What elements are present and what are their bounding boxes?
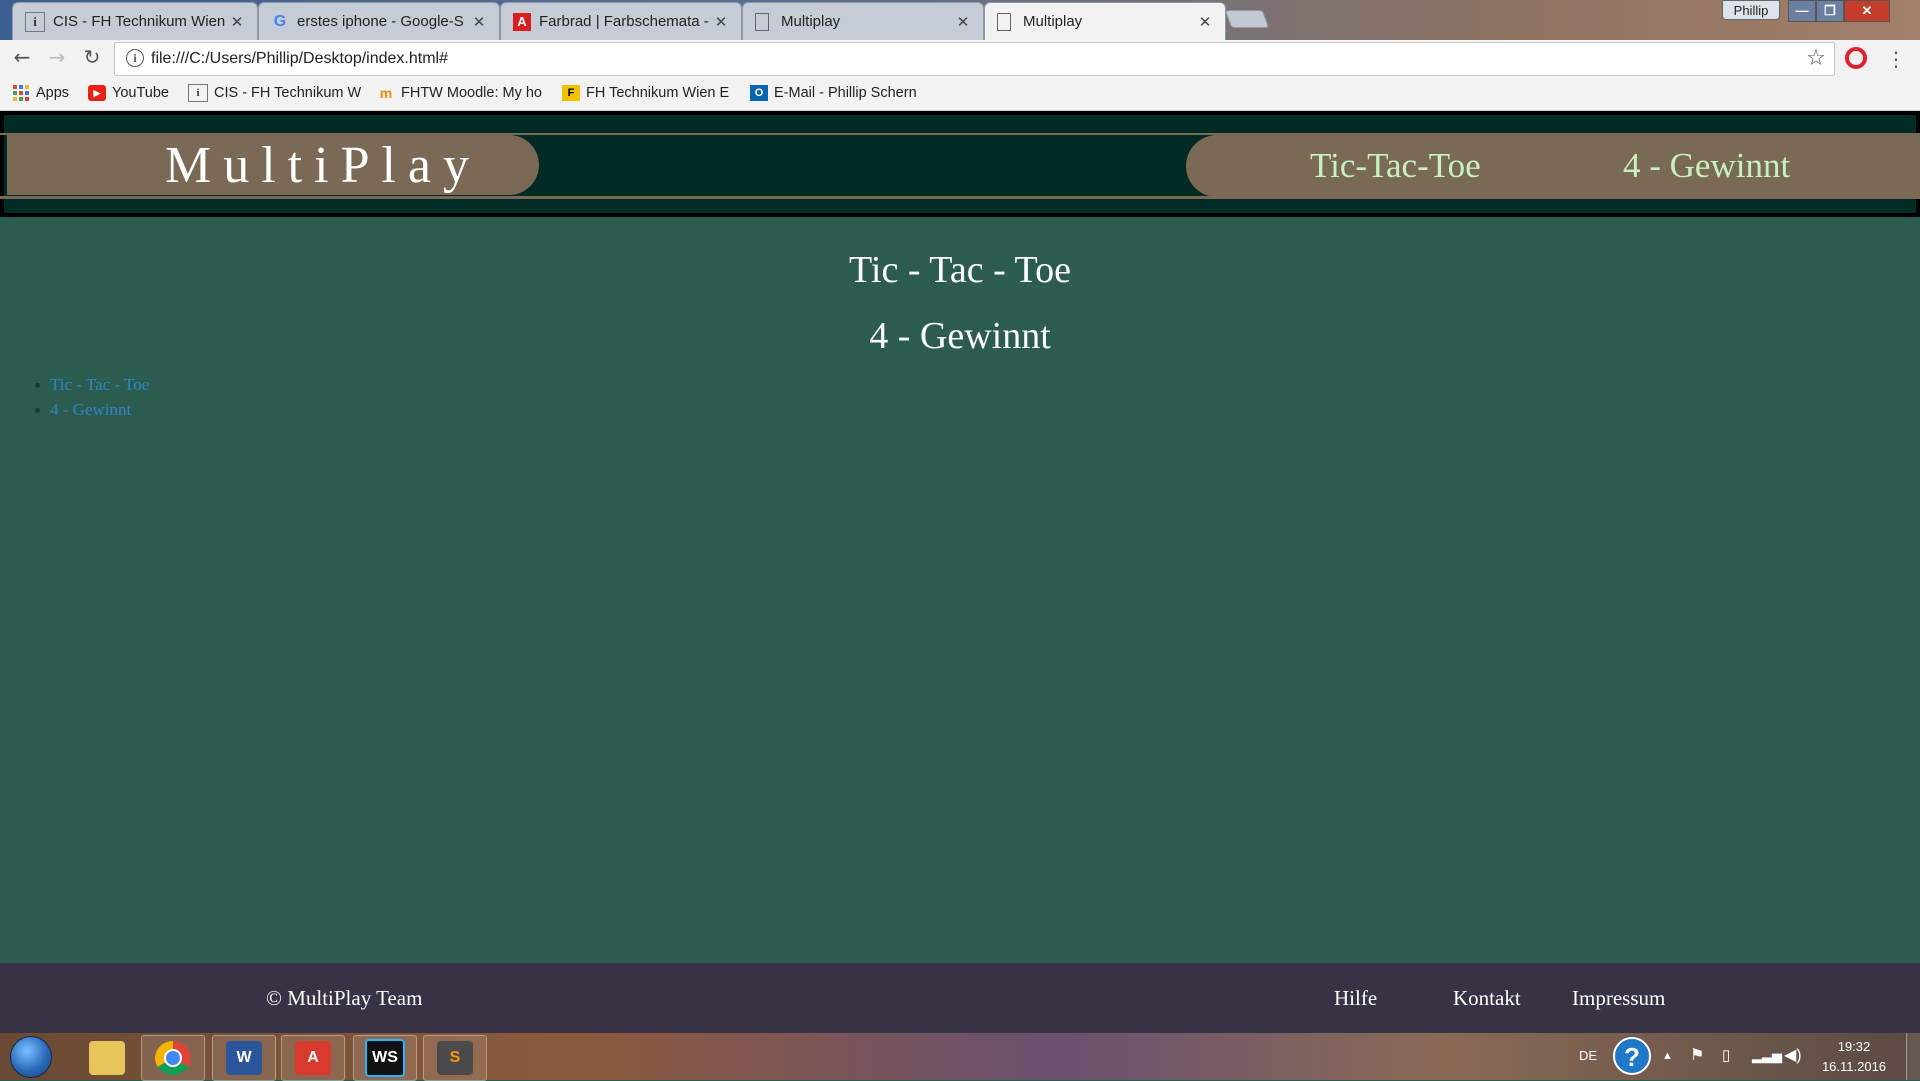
- maximize-icon[interactable]: ❐: [1816, 0, 1844, 22]
- browser-tab[interactable]: G erstes iphone - Google-S ✕: [258, 2, 500, 40]
- google-icon: G: [273, 12, 287, 30]
- webstorm-icon: WS: [365, 1039, 405, 1077]
- clock-time: 19:32: [1837, 1039, 1871, 1054]
- close-tab-icon[interactable]: ✕: [471, 13, 487, 31]
- url-text[interactable]: file:///C:/Users/Phillip/Desktop/index.h…: [151, 47, 448, 71]
- volume-icon[interactable]: ◀): [1784, 1044, 1802, 1068]
- show-hidden-icons-icon[interactable]: ▲: [1662, 1044, 1673, 1068]
- flag-icon[interactable]: ⚑: [1690, 1044, 1704, 1068]
- language-indicator[interactable]: DE: [1579, 1044, 1597, 1068]
- page-icon: [997, 12, 1011, 31]
- outlook-icon: O: [750, 85, 768, 101]
- apps-grid-icon: [12, 85, 30, 101]
- taskbar-chrome[interactable]: [141, 1035, 205, 1081]
- minimize-icon[interactable]: —: [1788, 0, 1816, 22]
- browser-tab[interactable]: A Farbrad | Farbschemata - ✕: [500, 2, 742, 40]
- taskbar-sublime[interactable]: S: [423, 1035, 487, 1081]
- word-icon: W: [226, 1041, 262, 1075]
- youtube-icon: ▶: [88, 85, 106, 101]
- taskbar-webstorm[interactable]: WS: [353, 1035, 417, 1081]
- sublime-icon: S: [437, 1041, 473, 1075]
- footer-copyright: © MultiPlay Team: [266, 986, 423, 1010]
- close-tab-icon[interactable]: ✕: [955, 13, 971, 31]
- nav-link-4-gewinnt[interactable]: 4 - Gewinnt: [1623, 142, 1790, 190]
- forward-arrow-icon[interactable]: →: [43, 44, 71, 70]
- footer-link-hilfe[interactable]: Hilfe: [1334, 981, 1377, 1015]
- opera-extension-icon[interactable]: [1845, 47, 1867, 69]
- taskbar-word[interactable]: W: [212, 1035, 276, 1081]
- profile-button[interactable]: Phillip: [1722, 0, 1780, 20]
- bookmark-email[interactable]: O E-Mail - Phillip Schern: [750, 82, 917, 104]
- browser-tab[interactable]: Multiplay ✕: [742, 2, 984, 40]
- close-tab-icon[interactable]: ✕: [713, 13, 729, 31]
- bookmark-star-icon[interactable]: ☆: [1804, 45, 1828, 73]
- nav-link-tic-tac-toe[interactable]: Tic-Tac-Toe: [1310, 142, 1481, 190]
- footer-link-kontakt[interactable]: Kontakt: [1453, 981, 1521, 1015]
- bookmark-youtube[interactable]: ▶ YouTube: [88, 82, 169, 104]
- taskbar-acrobat[interactable]: A: [281, 1035, 345, 1081]
- back-arrow-icon[interactable]: ←: [8, 44, 36, 70]
- new-tab-button[interactable]: [1224, 10, 1270, 28]
- close-window-icon[interactable]: ✕: [1844, 0, 1890, 22]
- clock[interactable]: 19:32 16.11.2016: [1816, 1037, 1892, 1077]
- bookmark-moodle[interactable]: m FHTW Moodle: My ho: [377, 82, 542, 104]
- chrome-icon: [155, 1041, 191, 1075]
- list-item: 4 - Gewinnt: [32, 397, 149, 422]
- bookmark-apps[interactable]: Apps: [12, 82, 69, 104]
- list-item: Tic - Tac - Toe: [32, 372, 149, 397]
- network-icon[interactable]: ▂▃▅: [1752, 1044, 1782, 1068]
- page-info-icon[interactable]: i: [126, 49, 144, 67]
- acrobat-icon: A: [295, 1041, 331, 1075]
- info-icon: i: [188, 84, 208, 102]
- f-icon: F: [562, 85, 580, 101]
- adobe-icon: A: [513, 12, 531, 31]
- close-tab-icon[interactable]: ✕: [229, 13, 245, 31]
- info-icon: i: [25, 11, 45, 32]
- game-link-list: Tic - Tac - Toe 4 - Gewinnt: [32, 372, 149, 422]
- close-tab-icon[interactable]: ✕: [1197, 13, 1213, 31]
- device-icon[interactable]: ▯: [1722, 1044, 1730, 1068]
- nav-pill: [1186, 135, 1920, 197]
- page-icon: [755, 12, 769, 31]
- reload-icon[interactable]: ↻: [78, 44, 106, 70]
- moodle-icon: m: [379, 85, 393, 101]
- heading-4-gewinnt: 4 - Gewinnt: [869, 315, 1051, 357]
- browser-tab-active[interactable]: Multiplay ✕: [984, 2, 1226, 40]
- footer-link-impressum[interactable]: Impressum: [1572, 981, 1665, 1015]
- help-icon[interactable]: ?: [1613, 1037, 1651, 1075]
- folder-icon: [89, 1041, 125, 1075]
- link-4-gewinnt[interactable]: 4 - Gewinnt: [50, 400, 131, 419]
- clock-date: 16.11.2016: [1821, 1059, 1887, 1074]
- link-tic-tac-toe[interactable]: Tic - Tac - Toe: [50, 375, 149, 394]
- menu-dots-icon[interactable]: ⋮: [1886, 46, 1906, 72]
- bookmark-fh-technikum[interactable]: F FH Technikum Wien E: [562, 82, 729, 104]
- taskbar-explorer[interactable]: [75, 1035, 139, 1081]
- show-desktop-button[interactable]: [1906, 1033, 1920, 1080]
- browser-tab[interactable]: i CIS - FH Technikum Wien ✕: [12, 2, 258, 40]
- site-logo[interactable]: MultiPlay: [7, 135, 539, 195]
- bookmark-cis[interactable]: i CIS - FH Technikum W: [188, 82, 361, 104]
- start-button[interactable]: [10, 1036, 52, 1078]
- heading-tic-tac-toe: Tic - Tac - Toe: [849, 249, 1071, 291]
